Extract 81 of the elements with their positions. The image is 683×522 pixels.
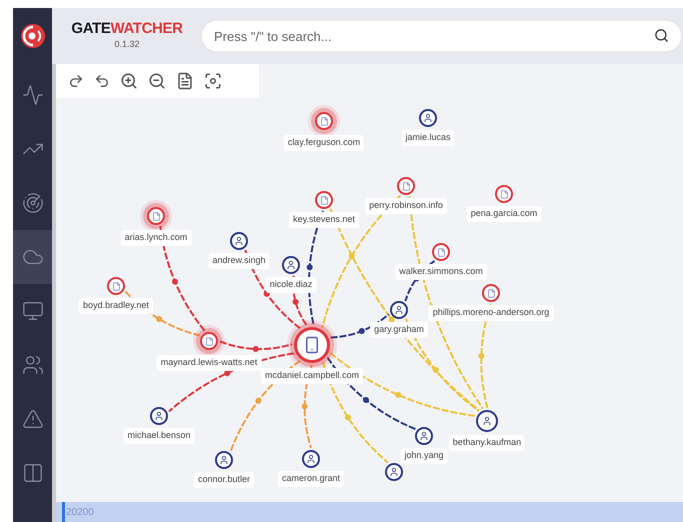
user-node[interactable] <box>230 232 248 250</box>
focus-icon[interactable] <box>204 72 222 90</box>
user-icon <box>286 260 296 270</box>
domain-node[interactable] <box>482 284 500 302</box>
domain-node[interactable] <box>432 243 450 261</box>
node-label: walker.simmons.com <box>395 264 487 280</box>
node-label: boyd.bradley.net <box>79 298 153 314</box>
domain-node[interactable] <box>147 207 165 225</box>
domain-node[interactable] <box>315 191 333 209</box>
user-node[interactable] <box>390 301 408 319</box>
node-label: bethany.kaufman <box>448 435 526 450</box>
redo-icon[interactable] <box>68 73 84 89</box>
zoom-in-icon[interactable] <box>120 72 138 90</box>
user-node[interactable] <box>385 463 403 481</box>
user-icon <box>306 454 316 464</box>
node-label: phillips.moreno-anderson.org <box>428 305 554 320</box>
pulse-icon <box>22 84 44 106</box>
user-node[interactable] <box>476 410 498 432</box>
logo-tile[interactable] <box>13 8 52 64</box>
brand-name: GATEWATCHER <box>71 20 183 36</box>
user-node[interactable] <box>150 407 168 425</box>
users-icon <box>22 354 44 376</box>
timeline-bar[interactable]: 20200 <box>56 502 683 522</box>
user-node[interactable] <box>282 256 300 274</box>
domain-node[interactable] <box>315 112 333 130</box>
version-label: 0.1.32 <box>114 38 140 51</box>
columns-icon <box>22 462 44 484</box>
node-label: mcdaniel.campbell.com <box>260 368 364 384</box>
document-icon <box>500 190 508 198</box>
document-icon <box>486 288 496 298</box>
node-label: connor.butler <box>194 472 254 488</box>
user-icon <box>482 416 492 426</box>
user-icon <box>423 113 433 123</box>
zoom-out-icon[interactable] <box>148 72 166 90</box>
search-field[interactable]: Press "/" to search... <box>202 21 681 51</box>
document-icon[interactable] <box>176 72 194 90</box>
search-icon[interactable] <box>654 28 669 43</box>
timeline-handle[interactable] <box>62 502 65 522</box>
document-icon <box>112 282 120 290</box>
user-icon <box>219 455 229 465</box>
timeline-label: 20200 <box>66 506 94 520</box>
node-label: clay.ferguson.com <box>284 135 364 150</box>
node-label: perry.robinson.info <box>365 198 447 214</box>
node-label: arias.lynch.com <box>120 230 192 246</box>
domain-node[interactable] <box>107 277 125 295</box>
warning-icon <box>22 408 44 430</box>
user-node[interactable] <box>215 451 233 469</box>
node-label: cameron.grant <box>278 471 344 486</box>
user-icon <box>154 411 164 421</box>
sidebar-item[interactable] <box>13 230 52 284</box>
document-icon <box>402 182 410 190</box>
undo-icon[interactable] <box>94 73 110 89</box>
document-icon <box>204 336 214 346</box>
document-icon <box>436 248 446 256</box>
document-icon <box>320 116 328 126</box>
monitor-icon <box>22 300 44 322</box>
document-icon <box>320 196 328 204</box>
node-label: andrew.singh <box>208 253 270 268</box>
domain-node[interactable] <box>495 185 513 203</box>
document-icon <box>152 212 160 220</box>
node-label: maynard.lewis-watts.net <box>156 355 262 370</box>
node-label: pena.garcia.com <box>466 206 542 222</box>
logo-icon <box>20 23 46 49</box>
domain-node[interactable] <box>200 332 218 350</box>
device-node[interactable] <box>294 327 330 363</box>
user-node[interactable] <box>302 450 320 468</box>
user-node[interactable] <box>419 109 437 127</box>
node-label: nicole.diaz <box>266 277 316 292</box>
phone-icon <box>303 336 321 354</box>
user-icon <box>389 467 399 477</box>
domain-node[interactable] <box>397 177 415 195</box>
user-icon <box>394 305 404 315</box>
node-label: michael.benson <box>123 428 195 444</box>
node-label: jamie.lucas <box>401 130 455 146</box>
user-icon <box>419 431 429 441</box>
user-node[interactable] <box>415 427 433 445</box>
radar-icon <box>22 192 44 214</box>
node-label: key.stevens.net <box>289 212 359 228</box>
node-label: gary.graham <box>370 322 428 338</box>
node-label: john.yang <box>400 448 448 464</box>
user-icon <box>234 236 244 246</box>
